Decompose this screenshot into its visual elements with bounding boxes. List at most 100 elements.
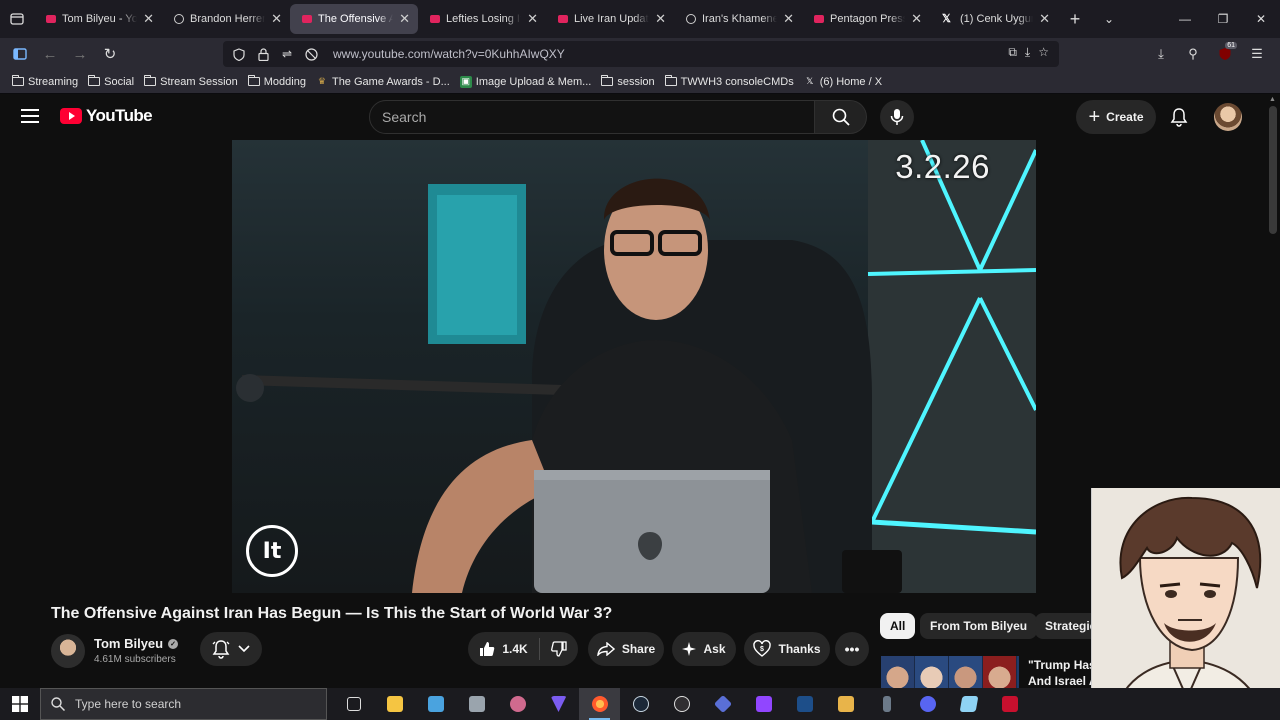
create-button[interactable]: + Create xyxy=(1076,100,1156,134)
channel-name[interactable]: Tom Bilyeu xyxy=(94,636,163,651)
bookmark-item[interactable]: session xyxy=(597,75,658,88)
autoplay-blocked-icon[interactable] xyxy=(303,46,319,62)
lock-icon[interactable] xyxy=(255,46,271,62)
close-window-button[interactable]: ✕ xyxy=(1242,0,1280,38)
windows-start-icon[interactable] xyxy=(0,688,40,720)
permissions-icon[interactable]: ⇌ xyxy=(279,46,295,62)
twitch-icon[interactable] xyxy=(743,688,784,720)
recommended-video-thumbnail[interactable] xyxy=(881,656,1019,692)
bookmark-item[interactable]: 𝕏 (6) Home / X xyxy=(800,76,886,88)
shield-icon[interactable] xyxy=(231,46,247,62)
reload-button[interactable]: ↻ xyxy=(95,40,125,68)
file-explorer-icon[interactable] xyxy=(374,688,415,720)
downloads-icon[interactable]: ⤓ xyxy=(1148,41,1174,67)
browser-tab[interactable]: Live Iran Update with ✕ xyxy=(546,4,674,34)
voice-search-button[interactable] xyxy=(880,100,914,134)
channel-avatar[interactable] xyxy=(51,634,85,668)
browser-tab[interactable]: Lefties Losing It: Iran ✕ xyxy=(418,4,546,34)
hamburger-menu-icon[interactable] xyxy=(21,109,39,123)
storage-app-icon[interactable] xyxy=(456,688,497,720)
channel-name-row[interactable]: Tom Bilyeu ✓ xyxy=(94,636,179,651)
extensions-icon[interactable]: ⚲ xyxy=(1180,41,1206,67)
media-player-icon[interactable] xyxy=(825,688,866,720)
close-tab-icon[interactable]: ✕ xyxy=(655,11,666,27)
notifications-bell-icon[interactable] xyxy=(1167,105,1191,129)
discord-icon[interactable] xyxy=(907,688,948,720)
chip-from-channel[interactable]: From Tom Bilyeu xyxy=(920,613,1038,639)
close-tab-icon[interactable]: ✕ xyxy=(911,11,922,27)
recommended-video-title[interactable]: "Trump Has And Israel A xyxy=(1028,657,1098,689)
bookmark-item[interactable]: Modding xyxy=(244,75,310,88)
address-bar[interactable]: ⇌ www.youtube.com/watch?v=0KuhhAIwQXY ⧉ … xyxy=(223,41,1059,67)
bookmark-item[interactable]: TWWH3 consoleCMDs xyxy=(661,75,798,88)
video-player[interactable]: 3.2.26 It xyxy=(232,140,1036,593)
steam-icon[interactable] xyxy=(620,688,661,720)
bookmark-label: The Game Awards - D... xyxy=(331,75,450,88)
close-tab-icon[interactable]: ✕ xyxy=(1039,11,1050,27)
browser-tab[interactable]: The Offensive Against ✕ xyxy=(290,4,418,34)
like-button[interactable]: 1.4K xyxy=(479,641,528,657)
close-tab-icon[interactable]: ✕ xyxy=(271,11,282,27)
network-app-icon[interactable] xyxy=(702,688,743,720)
recording-app-icon[interactable] xyxy=(989,688,1030,720)
bell-icon xyxy=(212,640,230,659)
close-tab-icon[interactable]: ✕ xyxy=(527,11,538,27)
close-tab-icon[interactable]: ✕ xyxy=(783,11,794,27)
sidebar-toggle-icon[interactable] xyxy=(5,40,35,68)
subscribed-notification-button[interactable] xyxy=(200,632,262,666)
minimize-button[interactable]: — xyxy=(1166,0,1204,38)
chip-all[interactable]: All xyxy=(880,613,916,639)
dislike-button[interactable] xyxy=(550,641,567,657)
notes-app-icon[interactable] xyxy=(948,688,989,720)
youtube-icon xyxy=(302,15,312,23)
youtube-logo[interactable]: YouTube xyxy=(60,106,153,126)
channel-watermark-logo[interactable]: It xyxy=(246,525,298,577)
browser-tab[interactable]: Iran's Khamenei ✕ xyxy=(674,4,802,34)
tab-overview-icon[interactable] xyxy=(0,0,34,38)
search-input[interactable]: Search xyxy=(369,100,815,134)
thanks-button[interactable]: $ Thanks xyxy=(744,632,830,666)
ublock-extension-icon[interactable]: 61 xyxy=(1212,41,1238,67)
browser-tab[interactable]: Tom Bilyeu - YouTube ✕ xyxy=(34,4,162,34)
back-button[interactable]: ← xyxy=(35,40,65,68)
restore-button[interactable]: ❐ xyxy=(1204,0,1242,38)
search-button[interactable] xyxy=(815,100,867,134)
search-icon xyxy=(832,108,850,126)
create-label: Create xyxy=(1106,110,1144,124)
bookmark-item[interactable]: Streaming xyxy=(8,75,82,88)
vpn-app-icon[interactable] xyxy=(538,688,579,720)
bookmark-item[interactable]: ♛ The Game Awards - D... xyxy=(312,76,454,88)
save-to-pocket-icon[interactable]: ⤓ xyxy=(1025,45,1030,60)
account-avatar[interactable] xyxy=(1214,103,1242,131)
scroll-up-arrow-icon[interactable]: ▲ xyxy=(1269,96,1276,103)
app-menu-icon[interactable]: ☰ xyxy=(1244,41,1270,67)
firefox-icon[interactable] xyxy=(579,688,620,720)
picture-in-picture-icon[interactable]: ⧉ xyxy=(1008,45,1017,60)
bookmark-item[interactable]: Social xyxy=(84,75,138,88)
list-all-tabs-button[interactable]: ⌄ xyxy=(1092,12,1126,26)
share-button[interactable]: Share xyxy=(588,632,664,666)
close-tab-icon[interactable]: ✕ xyxy=(399,11,410,27)
bookmark-star-icon[interactable]: ☆ xyxy=(1038,45,1049,60)
more-actions-button[interactable]: ••• xyxy=(835,632,869,666)
window-controls: — ❐ ✕ xyxy=(1166,0,1280,38)
browser-tab[interactable]: Brandon Herrera ✕ xyxy=(162,4,290,34)
bookmark-item[interactable]: Stream Session xyxy=(140,75,242,88)
game-launcher-icon[interactable] xyxy=(866,688,907,720)
obs-studio-icon[interactable] xyxy=(661,688,702,720)
taskbar-search-box[interactable]: Type here to search xyxy=(40,688,327,720)
video-frame-illustration xyxy=(236,140,1036,593)
paint-app-icon[interactable] xyxy=(497,688,538,720)
forward-button[interactable]: → xyxy=(65,40,95,68)
task-view-icon[interactable] xyxy=(333,688,374,720)
browser-tab[interactable]: Pentagon Press Briefing ✕ xyxy=(802,4,930,34)
browser-tab[interactable]: 𝕏 (1) Cenk Uygur (@ ✕ xyxy=(930,4,1058,34)
ask-button[interactable]: Ask xyxy=(672,632,736,666)
new-tab-button[interactable]: + xyxy=(1058,9,1092,30)
video-date-overlay: 3.2.26 xyxy=(895,148,990,185)
remote-desktop-icon[interactable] xyxy=(415,688,456,720)
scrollbar-thumb[interactable] xyxy=(1269,106,1277,234)
bookmark-item[interactable]: ▣ Image Upload & Mem... xyxy=(456,75,596,88)
close-tab-icon[interactable]: ✕ xyxy=(143,11,154,27)
rsi-launcher-icon[interactable] xyxy=(784,688,825,720)
